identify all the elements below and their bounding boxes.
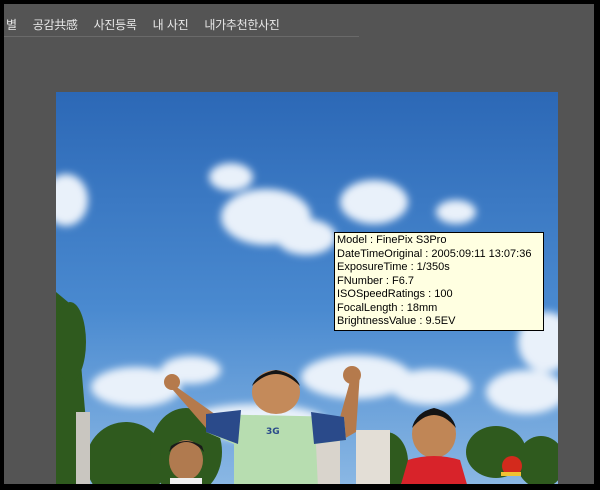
exif-focal-length: FocalLength : 18mm: [337, 301, 438, 314]
top-nav: 별 공감共感 사진등록 내 사진 내가추천한사진: [4, 12, 288, 36]
nav-item-photo-upload[interactable]: 사진등록: [86, 16, 145, 33]
exif-exposure: ExposureTime : 1/350s: [337, 261, 450, 273]
nav-item-my-photos[interactable]: 내 사진: [145, 16, 197, 33]
exif-model: Model : FinePix S3Pro: [337, 234, 447, 246]
nav-item-empathy[interactable]: 공감共感: [25, 16, 86, 33]
shirt-text: 3G: [266, 427, 280, 437]
exif-datetime: DateTimeOriginal : 2005:09:11 13:07:36: [337, 247, 532, 260]
exif-tooltip: Model : FinePix S3Pro DateTimeOriginal :…: [334, 232, 544, 331]
exif-fnumber: FNumber : F6.7: [337, 274, 415, 287]
nav-item-my-recommended[interactable]: 내가추천한사진: [196, 16, 287, 33]
nav-divider: [4, 36, 359, 37]
exif-iso: ISOSpeedRatings : 100: [337, 288, 453, 300]
app-frame: 별 공감共感 사진등록 내 사진 내가추천한사진 3G Model: Fine…: [4, 4, 594, 484]
nav-item-star[interactable]: 별: [4, 16, 25, 33]
exif-brightness: BrightnessValue : 9.5EV: [337, 315, 456, 327]
